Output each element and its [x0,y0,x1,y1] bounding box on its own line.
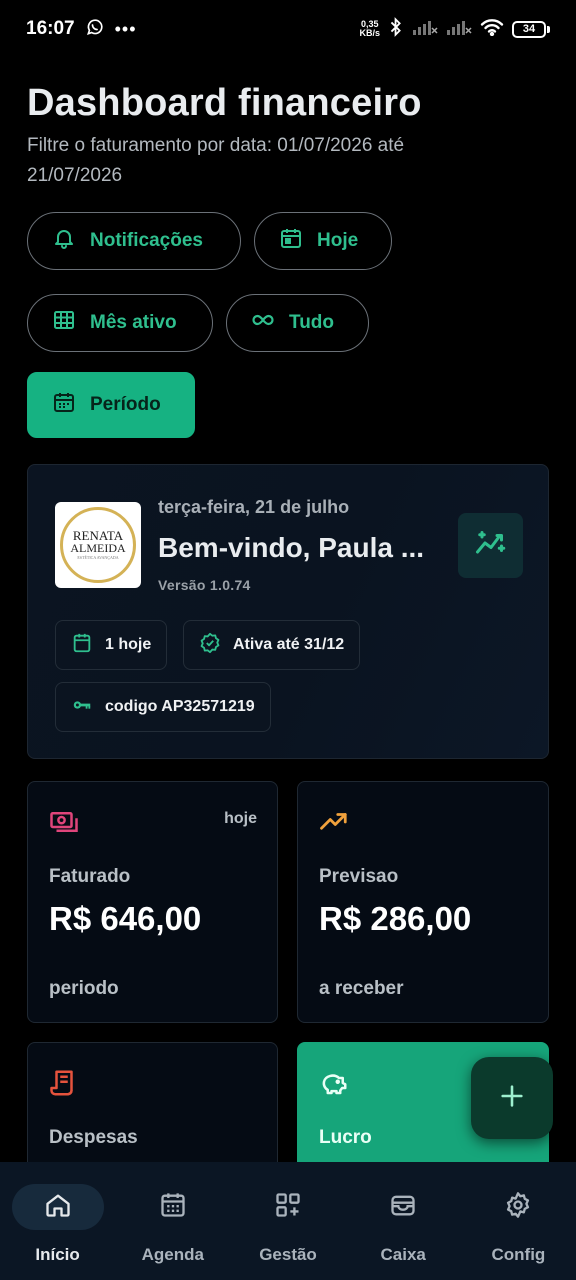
bell-icon [52,226,76,256]
page-subtitle: Filtre o faturamento por data: 01/07/202… [27,135,405,186]
filter-tudo[interactable]: Tudo [226,294,369,352]
nav-label: Config [491,1245,546,1264]
filter-label: Mês ativo [90,312,177,333]
nav-inicio[interactable]: Início [0,1162,115,1280]
battery-icon: 34 [512,20,550,38]
sparkle-trend-icon [473,525,509,566]
filter-label: Hoje [317,230,359,251]
wallet-icon [389,1191,417,1224]
badge-code: codigo AP32571219 [55,682,271,732]
bottom-navigation: Início Agenda Gestão Caixa Config [0,1162,576,1280]
card-label: Previsao [319,866,399,887]
filter-label: Tudo [289,312,335,333]
filter-mes-ativo[interactable]: Mês ativo [27,294,213,352]
current-date: terça-feira, 21 de julho [158,497,350,517]
bluetooth-icon [388,16,404,42]
wifi-icon [480,18,504,41]
welcome-text: Bem-vindo, Paula ... [158,532,425,563]
calendar-grid-icon [159,1191,187,1224]
home-icon [44,1191,72,1224]
card-previsao[interactable]: Previsao R$ 286,00 a receber [297,781,549,1023]
badge-appointments-today: 1 hoje [55,620,168,670]
page-title: Dashboard financeiro [27,82,422,124]
more-notifications-icon: ••• [114,18,137,39]
card-label: Lucro [319,1127,372,1148]
status-time: 16:07 [26,18,75,39]
card-faturado[interactable]: hoje Faturado R$ 646,00 periodo [27,781,278,1023]
card-value: R$ 286,00 [319,900,472,937]
nav-agenda[interactable]: Agenda [115,1162,230,1280]
network-speed: 0,35 KB/s [359,19,380,38]
profile-card: RENATA ALMEIDA ESTÉTICA AVANÇADA terça-f… [27,464,549,759]
card-label: Faturado [49,866,131,887]
gear-icon [504,1191,532,1224]
nav-gestao[interactable]: Gestão [230,1162,345,1280]
signal-icon-2 [446,18,472,41]
whatsapp-icon [85,17,105,42]
badge-active-until: Ativa até 31/12 [183,620,361,670]
filter-label: Notificações [90,230,203,251]
verified-icon [199,632,221,659]
piggy-bank-icon [319,1068,349,1098]
filter-periodo[interactable]: Período [27,372,195,438]
plus-icon [498,1082,526,1115]
nav-label: Agenda [141,1245,204,1264]
business-logo: RENATA ALMEIDA ESTÉTICA AVANÇADA [55,502,141,588]
signal-icon [412,18,438,41]
filter-label: Período [90,394,161,415]
filter-hoje[interactable]: Hoje [254,212,392,270]
nav-label: Gestão [259,1245,317,1264]
period-tag: hoje [224,810,257,827]
card-foot: periodo [49,978,119,999]
apps-add-icon [274,1191,302,1224]
calendar-range-icon [52,390,76,420]
infinity-icon [251,308,275,338]
card-label: Despesas [49,1127,138,1148]
add-button[interactable] [471,1057,553,1139]
trending-up-icon [319,807,349,837]
grid-icon [52,308,76,338]
insights-button[interactable] [458,513,523,578]
calendar-icon [71,632,93,659]
card-value: R$ 646,00 [49,900,202,937]
nav-config[interactable]: Config [461,1162,576,1280]
app-version: Versão 1.0.74 [158,577,251,593]
card-foot: a receber [319,978,404,999]
key-icon [71,694,93,721]
nav-caixa[interactable]: Caixa [346,1162,461,1280]
status-bar: 16:07 ••• 0,35 KB/s 34 [0,0,576,58]
cash-icon [49,807,79,837]
receipt-icon [49,1068,79,1098]
nav-label: Início [35,1245,80,1264]
calendar-today-icon [279,226,303,256]
nav-label: Caixa [380,1245,426,1264]
filter-notificacoes[interactable]: Notificações [27,212,241,270]
